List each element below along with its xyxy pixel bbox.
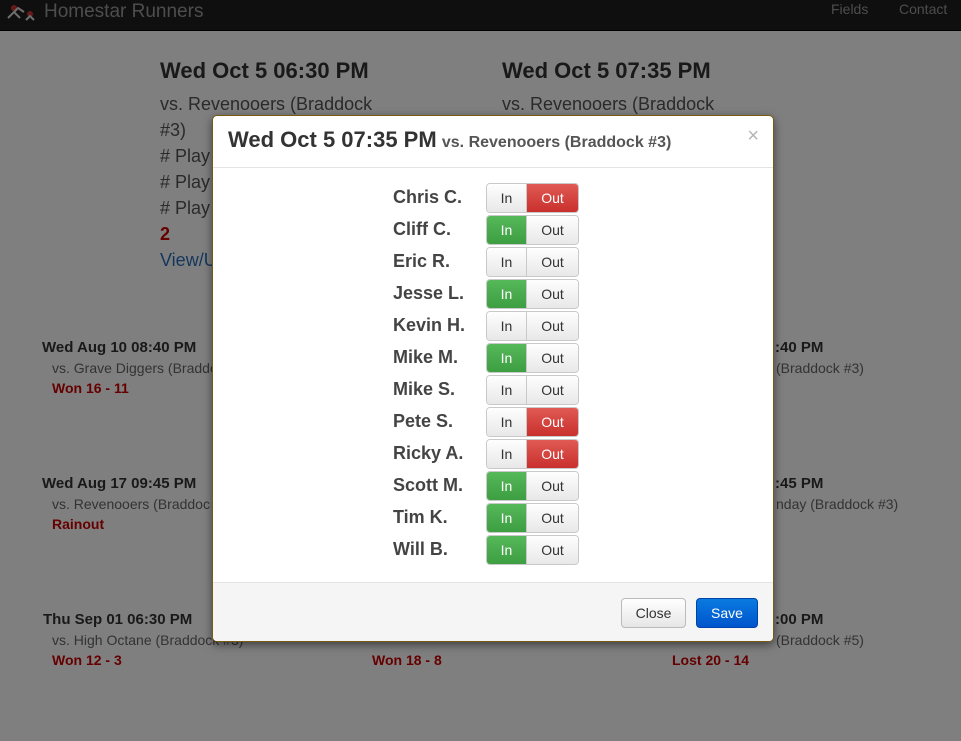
in-button[interactable]: In bbox=[487, 440, 527, 468]
out-button[interactable]: Out bbox=[527, 216, 578, 244]
in-button[interactable]: In bbox=[487, 280, 527, 308]
player-name: Eric R. bbox=[393, 251, 451, 271]
out-button[interactable]: Out bbox=[527, 408, 578, 436]
modal-header: Wed Oct 5 07:35 PM vs. Revenooers (Bradd… bbox=[213, 116, 773, 168]
player-row: Ricky A. In Out bbox=[213, 439, 773, 471]
out-button[interactable]: Out bbox=[527, 344, 578, 372]
player-name: Jesse L. bbox=[393, 283, 465, 303]
out-button[interactable]: Out bbox=[527, 472, 578, 500]
player-row: Jesse L. In Out bbox=[213, 279, 773, 311]
in-button[interactable]: In bbox=[487, 536, 527, 564]
in-button[interactable]: In bbox=[487, 312, 527, 340]
player-row: Chris C. In Out bbox=[213, 183, 773, 215]
attendance-toggle: In Out bbox=[486, 343, 579, 373]
in-button[interactable]: In bbox=[487, 504, 527, 532]
player-row: Mike S. In Out bbox=[213, 375, 773, 407]
modal-footer: Close Save bbox=[213, 582, 773, 641]
attendance-toggle: In Out bbox=[486, 439, 579, 469]
player-name: Mike S. bbox=[393, 379, 456, 399]
attendance-toggle: In Out bbox=[486, 215, 579, 245]
close-icon[interactable]: × bbox=[747, 126, 759, 146]
player-name: Chris C. bbox=[393, 187, 463, 207]
player-row: Pete S. In Out bbox=[213, 407, 773, 439]
in-button[interactable]: In bbox=[487, 408, 527, 436]
save-button[interactable]: Save bbox=[696, 598, 758, 628]
modal-title: Wed Oct 5 07:35 PM vs. Revenooers (Bradd… bbox=[228, 127, 671, 153]
attendance-toggle: In Out bbox=[486, 183, 579, 213]
out-button[interactable]: Out bbox=[527, 184, 578, 212]
player-name: Will B. bbox=[393, 539, 448, 559]
close-button[interactable]: Close bbox=[621, 598, 686, 628]
out-button[interactable]: Out bbox=[527, 536, 578, 564]
player-row: Kevin H. In Out bbox=[213, 311, 773, 343]
player-name: Scott M. bbox=[393, 475, 463, 495]
out-button[interactable]: Out bbox=[527, 440, 578, 468]
attendance-toggle: In Out bbox=[486, 279, 579, 309]
out-button[interactable]: Out bbox=[527, 248, 578, 276]
in-button[interactable]: In bbox=[487, 376, 527, 404]
out-button[interactable]: Out bbox=[527, 312, 578, 340]
out-button[interactable]: Out bbox=[527, 504, 578, 532]
modal-game-opponent: vs. Revenooers (Braddock #3) bbox=[441, 134, 672, 151]
attendance-toggle: In Out bbox=[486, 535, 579, 565]
attendance-toggle: In Out bbox=[486, 503, 579, 533]
attendance-toggle: In Out bbox=[486, 407, 579, 437]
player-row: Scott M. In Out bbox=[213, 471, 773, 503]
out-button[interactable]: Out bbox=[527, 376, 578, 404]
in-button[interactable]: In bbox=[487, 248, 527, 276]
attendance-toggle: In Out bbox=[486, 375, 579, 405]
player-row: Cliff C. In Out bbox=[213, 215, 773, 247]
attendance-modal: Wed Oct 5 07:35 PM vs. Revenooers (Bradd… bbox=[212, 115, 774, 642]
player-name: Cliff C. bbox=[393, 219, 451, 239]
player-row: Tim K. In Out bbox=[213, 503, 773, 535]
out-button[interactable]: Out bbox=[527, 280, 578, 308]
attendance-toggle: In Out bbox=[486, 471, 579, 501]
attendance-toggle: In Out bbox=[486, 311, 579, 341]
player-row: Mike M. In Out bbox=[213, 343, 773, 375]
player-row: Will B. In Out bbox=[213, 535, 773, 567]
in-button[interactable]: In bbox=[487, 344, 527, 372]
player-row: Eric R. In Out bbox=[213, 247, 773, 279]
in-button[interactable]: In bbox=[487, 216, 527, 244]
player-name: Kevin H. bbox=[393, 315, 466, 335]
player-name: Pete S. bbox=[393, 411, 454, 431]
modal-game-time: Wed Oct 5 07:35 PM bbox=[228, 127, 437, 152]
player-name: Mike M. bbox=[393, 347, 459, 367]
player-name: Ricky A. bbox=[393, 443, 464, 463]
attendance-toggle: In Out bbox=[486, 247, 579, 277]
in-button[interactable]: In bbox=[487, 184, 527, 212]
in-button[interactable]: In bbox=[487, 472, 527, 500]
player-name: Tim K. bbox=[393, 507, 448, 527]
